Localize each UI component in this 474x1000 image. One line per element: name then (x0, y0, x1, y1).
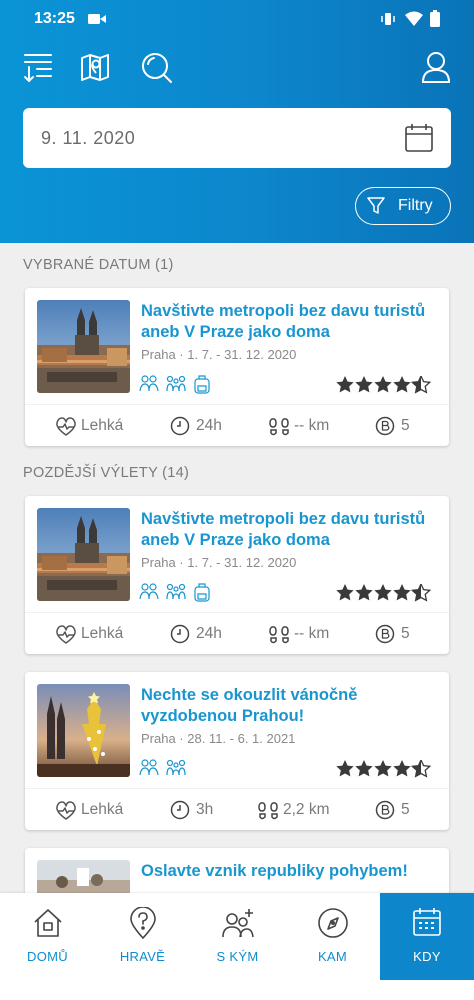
nav-with-whom-label: S KÝM (216, 949, 259, 964)
trip-title-line1: Nechte se okouzlit vánočně (141, 686, 358, 704)
add-people-icon (221, 909, 254, 938)
distance-value: -- km (294, 417, 330, 434)
clock-icon (170, 416, 190, 436)
distance-value: 2,2 km (283, 801, 330, 818)
family-icon (166, 375, 186, 392)
difficulty-value: Lehká (81, 801, 124, 818)
filter-icon (367, 197, 385, 214)
card-divider (25, 404, 449, 405)
sort-icon[interactable] (22, 51, 54, 83)
points-value: 5 (401, 801, 410, 818)
distance-value: -- km (294, 625, 330, 642)
heart-rate-icon (56, 417, 76, 436)
status-bar: 13:25 (0, 0, 474, 38)
trip-title[interactable]: Nechte se okouzlit vánočně vyzdobenou Pr… (141, 685, 441, 727)
filter-label: Filtry (398, 197, 433, 214)
duration-value: 3h (196, 801, 214, 818)
trip-card[interactable]: Navštivte metropoli bez davu turistů ane… (25, 496, 449, 654)
trip-subtitle: Praha · 28. 11. - 6. 1. 2021 (141, 731, 296, 746)
footsteps-icon (269, 626, 289, 644)
trip-thumbnail-prague (37, 508, 130, 601)
coin-icon (375, 416, 395, 436)
duration-value: 24h (196, 625, 222, 642)
map-icon[interactable] (80, 51, 112, 83)
calendar-icon (413, 908, 441, 936)
nav-home[interactable]: DOMŮ (0, 893, 95, 980)
rating-stars (336, 760, 431, 778)
nav-home-label: DOMŮ (27, 949, 68, 964)
trip-title-line1: Navštivte metropoli bez davu turistů (141, 510, 426, 528)
heart-rate-icon (56, 625, 76, 644)
couple-icon (139, 375, 159, 392)
bottom-navigation: DOMŮ HRAVĚ S KÝM KAM KDY (0, 893, 474, 980)
filter-button[interactable]: Filtry (355, 187, 451, 225)
footsteps-icon (258, 802, 278, 820)
trip-subtitle: Praha · 1. 7. - 31. 12. 2020 (141, 555, 297, 570)
date-value: 9. 11. 2020 (41, 128, 136, 148)
nav-playful[interactable]: HRAVĚ (95, 893, 190, 980)
clock-icon (170, 624, 190, 644)
points-value: 5 (401, 417, 410, 434)
trip-card[interactable]: Nechte se okouzlit vánočně vyzdobenou Pr… (25, 672, 449, 830)
trip-thumbnail-christmas-tree (37, 684, 130, 777)
nav-playful-label: HRAVĚ (119, 949, 166, 964)
duration-value: 24h (196, 417, 222, 434)
section-later-trips: POZDĚJŠÍ VÝLETY (14) (23, 465, 190, 481)
trip-title-line1: Navštivte metropoli bez davu turistů (141, 302, 426, 320)
trip-title-line2: aneb V Praze jako doma (141, 531, 330, 549)
status-time: 13:25 (34, 10, 75, 27)
battery-icon (430, 10, 440, 27)
calendar-icon[interactable] (404, 123, 434, 153)
couple-icon (139, 583, 159, 600)
location-question-icon (129, 907, 156, 939)
video-camera-icon (88, 14, 106, 24)
vibrate-icon (381, 13, 395, 25)
card-divider (25, 612, 449, 613)
section-selected-date: VYBRANÉ DATUM (1) (23, 257, 174, 273)
trip-title[interactable]: Navštivte metropoli bez davu turistů ane… (141, 301, 441, 343)
coin-icon (375, 624, 395, 644)
clock-icon (170, 800, 190, 820)
app-header: 13:25 9. 11. 2020 Filtry (0, 0, 474, 243)
coin-icon (375, 800, 395, 820)
trip-title[interactable]: Oslavte vznik republiky pohybem! (141, 861, 441, 882)
couple-icon (139, 759, 159, 776)
trip-card[interactable]: Navštivte metropoli bez davu turistů ane… (25, 288, 449, 446)
trip-thumbnail-prague (37, 300, 130, 393)
trip-subtitle: Praha · 1. 7. - 31. 12. 2020 (141, 347, 297, 362)
backpack-icon (194, 583, 210, 602)
family-icon (166, 759, 186, 776)
wifi-icon (405, 11, 423, 26)
rating-stars (336, 584, 431, 602)
trip-title-line2: aneb V Praze jako doma (141, 323, 330, 341)
search-icon[interactable] (139, 51, 173, 85)
heart-rate-icon (56, 801, 76, 820)
home-icon (33, 909, 62, 937)
nav-where[interactable]: KAM (285, 893, 380, 980)
points-value: 5 (401, 625, 410, 642)
date-picker-field[interactable]: 9. 11. 2020 (23, 108, 451, 168)
difficulty-value: Lehká (81, 417, 124, 434)
family-icon (166, 583, 186, 600)
trip-title-line2: vyzdobenou Prahou! (141, 707, 305, 725)
rating-stars (336, 376, 431, 394)
profile-icon[interactable] (421, 51, 451, 83)
difficulty-value: Lehká (81, 625, 124, 642)
trip-title-line1: Oslavte vznik republiky pohybem! (141, 862, 408, 880)
compass-icon (317, 908, 348, 938)
system-navigation-bar (0, 980, 474, 1000)
trip-title[interactable]: Navštivte metropoli bez davu turistů ane… (141, 509, 441, 551)
backpack-icon (194, 375, 210, 394)
card-divider (25, 788, 449, 789)
nav-where-label: KAM (317, 949, 348, 964)
nav-with-whom[interactable]: S KÝM (190, 893, 285, 980)
nav-when[interactable]: KDY (380, 893, 474, 980)
footsteps-icon (269, 418, 289, 436)
nav-when-label: KDY (413, 949, 441, 964)
